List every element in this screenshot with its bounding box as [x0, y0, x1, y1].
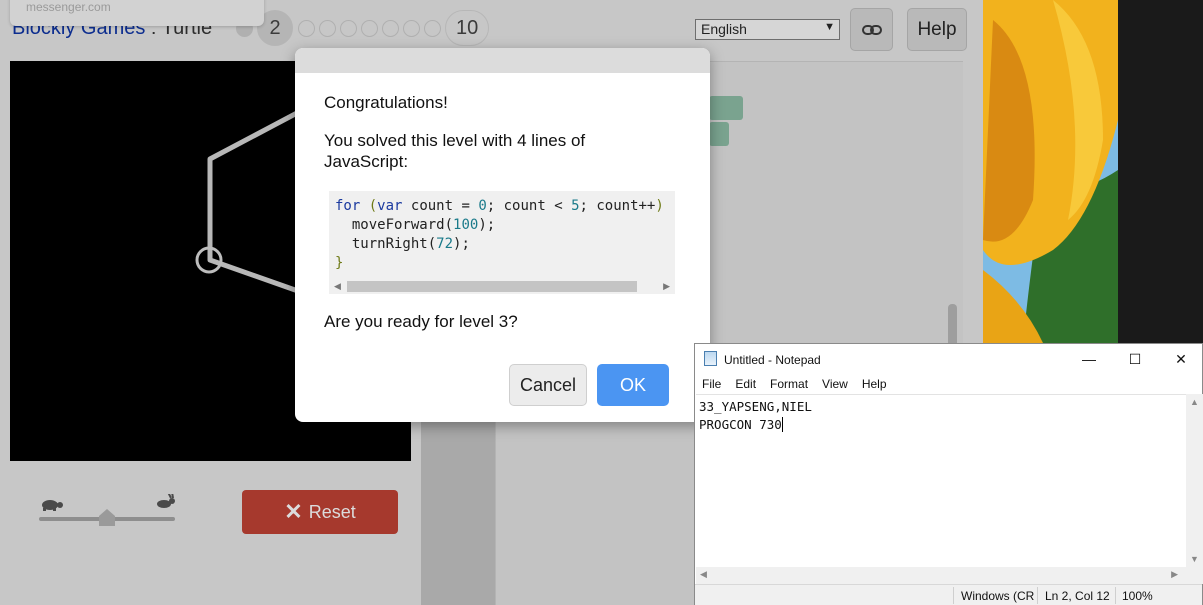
notepad-text-area[interactable]: 33_YAPSENG,NIEL PROGCON 730 [696, 394, 1186, 567]
tooltip-text: messenger.com [26, 0, 111, 14]
dialog-header [295, 48, 710, 73]
code-line-3: turnRight(72); [335, 236, 470, 252]
turtle-icon [42, 500, 63, 511]
level-4-dot[interactable] [319, 19, 336, 37]
scroll-right-icon[interactable]: ▶ [1171, 569, 1178, 580]
level-selector: 2 10 [236, 10, 494, 46]
dropdown-arrow-icon: ▼ [824, 21, 835, 33]
level-8-dot[interactable] [403, 19, 420, 37]
notepad-icon [704, 351, 717, 366]
notepad-titlebar[interactable]: Untitled - Notepad — ☐ ✕ [695, 344, 1202, 374]
slider-knob[interactable] [99, 509, 115, 526]
level-5-dot[interactable] [340, 19, 357, 37]
code-line-1: for (var count = 0; count < 5; count++) [335, 198, 664, 214]
scroll-down-icon[interactable]: ▼ [1190, 554, 1199, 564]
text-line-1: 33_YAPSENG,NIEL [699, 399, 812, 414]
close-icon: ✕ [284, 499, 303, 524]
notepad-window: Untitled - Notepad — ☐ ✕ File Edit Forma… [694, 343, 1203, 605]
menu-view[interactable]: View [815, 376, 855, 394]
dialog-title: Congratulations! [324, 93, 448, 112]
status-zoom: 100% [1122, 589, 1153, 603]
code-line-2: moveForward(100); [335, 217, 496, 233]
desktop-wallpaper [983, 0, 1118, 343]
scrollbar-corner [1186, 567, 1203, 584]
menu-edit[interactable]: Edit [728, 376, 763, 394]
code-text: for (var count = 0; count < 5; count++) … [335, 197, 664, 273]
level-6-dot[interactable] [361, 19, 378, 37]
dialog-message: You solved this level with 4 lines of Ja… [324, 131, 586, 171]
status-divider [1115, 587, 1116, 604]
scroll-right-icon[interactable]: ▶ [663, 279, 670, 294]
horizontal-scrollbar[interactable]: ◀ ▶ [696, 567, 1186, 584]
text-caret [781, 417, 783, 432]
status-encoding: Windows (CR [961, 589, 1035, 603]
congratulations-dialog: Congratulations! You solved this level w… [295, 48, 710, 422]
tulip-image [983, 0, 1118, 343]
menu-file[interactable]: File [695, 376, 728, 394]
notepad-title: Untitled - Notepad [724, 353, 821, 367]
reset-button[interactable]: ✕ Reset [242, 490, 398, 534]
speed-slider[interactable] [37, 491, 177, 530]
menu-format[interactable]: Format [763, 376, 815, 394]
rabbit-icon [157, 491, 175, 508]
maximize-button[interactable]: ☐ [1112, 344, 1158, 374]
code-line-4: } [335, 255, 344, 271]
vertical-scrollbar[interactable]: ▲ ▼ [1186, 394, 1203, 567]
notepad-menubar: File Edit Format View Help [695, 376, 894, 394]
notepad-statusbar: Windows (CR Ln 2, Col 12 100% [695, 584, 1202, 605]
cancel-button[interactable]: Cancel [509, 364, 587, 406]
language-value: English [701, 21, 747, 37]
help-button[interactable]: Help [907, 8, 967, 51]
hover-tooltip: messenger.com [10, 0, 264, 26]
ok-button[interactable]: OK [597, 364, 669, 406]
level-7-dot[interactable] [382, 19, 399, 37]
link-button[interactable] [850, 8, 893, 51]
minimize-button[interactable]: — [1066, 344, 1112, 374]
code-scroll-thumb[interactable] [347, 281, 637, 292]
status-position: Ln 2, Col 12 [1045, 589, 1110, 603]
repeat-block[interactable] [709, 96, 743, 120]
link-icon [861, 24, 882, 35]
scroll-left-icon[interactable]: ◀ [334, 279, 341, 294]
desktop-background [1118, 0, 1203, 343]
level-9-dot[interactable] [424, 19, 441, 37]
level-10-bubble[interactable]: 10 [445, 10, 490, 46]
level-3-dot[interactable] [298, 19, 315, 37]
menu-help[interactable]: Help [855, 376, 894, 394]
reset-label: Reset [308, 501, 356, 522]
text-line-2: PROGCON 730 [699, 417, 782, 432]
scroll-up-icon[interactable]: ▲ [1190, 397, 1199, 407]
status-divider [953, 587, 954, 604]
dialog-question: Are you ready for level 3? [324, 312, 518, 331]
code-viewer: for (var count = 0; count < 5; count++) … [329, 191, 675, 294]
language-select[interactable]: English ▼ [695, 19, 840, 40]
scroll-left-icon[interactable]: ◀ [700, 569, 707, 580]
status-divider [1037, 587, 1038, 604]
repeat-block-body[interactable] [709, 122, 729, 146]
code-scrollbar[interactable]: ◀ ▶ [329, 279, 675, 294]
close-button[interactable]: ✕ [1158, 344, 1203, 374]
